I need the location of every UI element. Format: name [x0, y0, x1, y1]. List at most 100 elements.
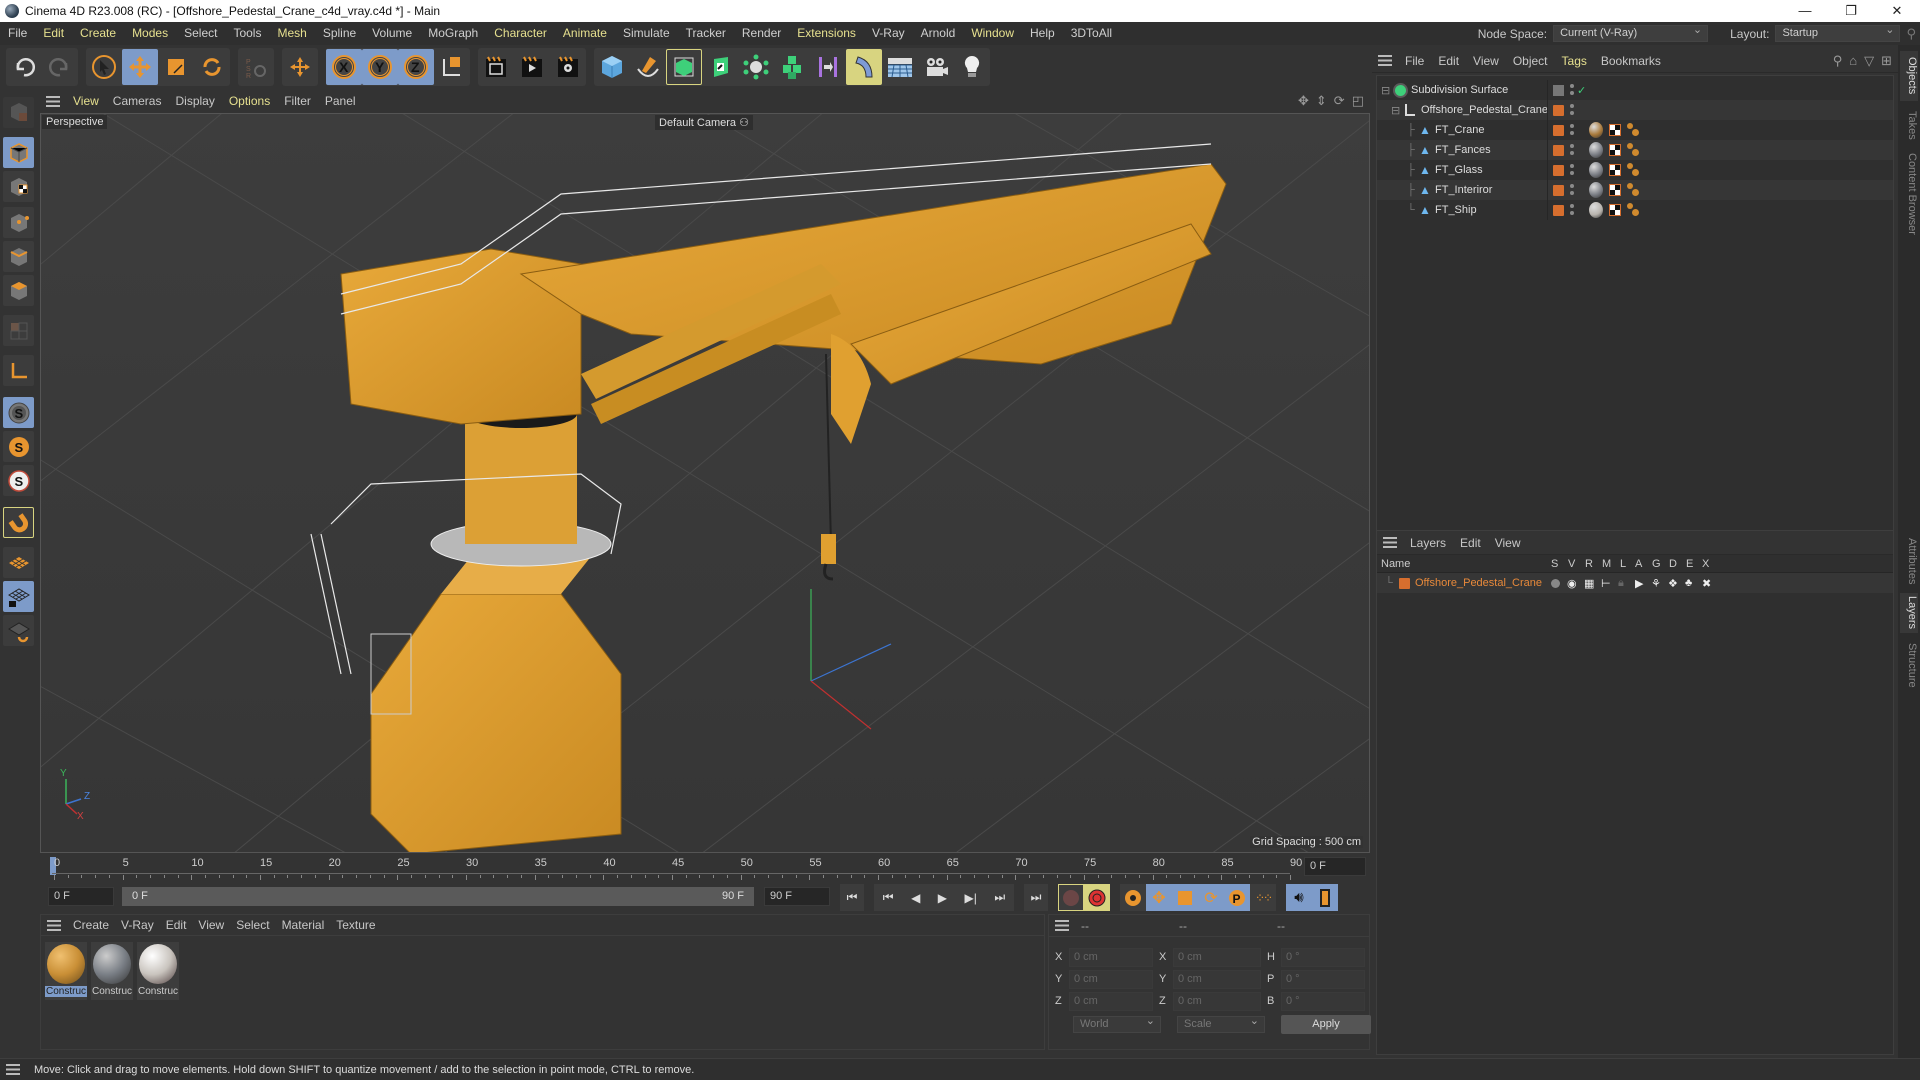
apply-button[interactable]: Apply: [1281, 1015, 1371, 1034]
collapse-icon[interactable]: ⊟: [1391, 104, 1400, 117]
objects-menu-view[interactable]: View: [1466, 54, 1506, 68]
current-frame-field[interactable]: 0 F: [1304, 857, 1366, 876]
dolly-view-icon[interactable]: ⇕: [1316, 93, 1327, 109]
tab-layers[interactable]: Layers: [1900, 593, 1918, 633]
deformer-button[interactable]: [846, 49, 882, 85]
camera-button[interactable]: [918, 49, 954, 85]
objects-menu-bookmarks[interactable]: Bookmarks: [1594, 54, 1668, 68]
visibility-dots[interactable]: [1570, 184, 1574, 196]
layer-row[interactable]: └ Offshore_Pedestal_Crane ◉ ▦ ⊢ 🔒︎ ▶ ⚘ ❖…: [1377, 573, 1893, 593]
uvw-tag-icon[interactable]: [1609, 164, 1621, 176]
uvw-tag-icon[interactable]: [1609, 144, 1621, 156]
pos-x-field[interactable]: 0 cm: [1069, 948, 1153, 967]
key-pla-button[interactable]: ⁘⁘: [1250, 884, 1276, 911]
menu-volume[interactable]: Volume: [364, 22, 420, 45]
locked-workplane-button[interactable]: [3, 581, 34, 612]
viewport-menu-display[interactable]: Display: [168, 94, 221, 108]
material-swatch[interactable]: Construc: [91, 942, 133, 1000]
manager-tree-icon[interactable]: ⊢: [1601, 577, 1611, 590]
tab-objects[interactable]: Objects: [1900, 51, 1918, 101]
objects-menu-file[interactable]: File: [1398, 54, 1431, 68]
layer-swatch[interactable]: [1553, 104, 1564, 116]
next-key-icon[interactable]: ⏭: [994, 890, 1005, 905]
go-to-end-button[interactable]: ⏭: [1024, 884, 1048, 911]
symmetry-button[interactable]: [810, 49, 846, 85]
phong-tag-icon[interactable]: [1627, 183, 1633, 189]
material-menu-vray[interactable]: V-Ray: [115, 918, 160, 932]
collapse-icon[interactable]: ⊟: [1381, 84, 1390, 97]
menu-3dtoall[interactable]: 3DToAll: [1063, 22, 1120, 45]
new-panel-icon[interactable]: ⊞: [1881, 53, 1892, 69]
objects-menu-object[interactable]: Object: [1506, 54, 1555, 68]
prev-frame-icon[interactable]: ◀: [911, 891, 920, 905]
phong-tag-icon[interactable]: [1627, 163, 1633, 169]
material-tag-icon[interactable]: [1589, 202, 1603, 218]
render-picture-viewer-button[interactable]: [514, 49, 550, 85]
render-clapper-icon[interactable]: ▦: [1584, 577, 1594, 590]
start-frame-field[interactable]: 0 F: [48, 887, 114, 906]
coordinate-system-button[interactable]: [434, 49, 470, 85]
status-hamburger-icon[interactable]: [6, 1064, 20, 1075]
redo-button[interactable]: [42, 49, 78, 85]
uvw-tag-icon[interactable]: [1609, 184, 1621, 196]
material-tag-icon[interactable]: [1589, 182, 1603, 198]
rot-h-field[interactable]: 0 °: [1281, 948, 1365, 967]
array-button[interactable]: [774, 49, 810, 85]
menu-arnold[interactable]: Arnold: [913, 22, 964, 45]
viewport-menu-cameras[interactable]: Cameras: [106, 94, 169, 108]
enabled-check-icon[interactable]: ✓: [1577, 84, 1586, 97]
magnet-button[interactable]: [3, 507, 34, 538]
rotate-tool-button[interactable]: [194, 49, 230, 85]
objects-hamburger-icon[interactable]: [1378, 55, 1392, 66]
objects-menu-tags[interactable]: Tags: [1555, 54, 1594, 68]
3d-viewport[interactable]: Y Z X Perspective Default Camera ⚇ Grid …: [40, 113, 1370, 853]
go-to-start-button[interactable]: ⏮: [840, 884, 864, 911]
toggle-layout-icon[interactable]: ◰: [1352, 93, 1364, 109]
tab-takes[interactable]: Takes: [1900, 105, 1918, 145]
tab-attributes[interactable]: Attributes: [1900, 533, 1918, 589]
layers-hamburger-icon[interactable]: [1383, 537, 1397, 548]
menu-vray[interactable]: V-Ray: [864, 22, 913, 45]
layer-color-swatch[interactable]: [1399, 577, 1410, 589]
coordinates-hamburger-icon[interactable]: [1055, 920, 1069, 931]
object-row[interactable]: ├ ▲ FT_Crane: [1377, 120, 1893, 140]
layout-select[interactable]: Startup: [1775, 23, 1901, 42]
render-settings-button[interactable]: [550, 49, 586, 85]
objects-menu-edit[interactable]: Edit: [1431, 54, 1466, 68]
viewport-menu-filter[interactable]: Filter: [277, 94, 318, 108]
pan-view-icon[interactable]: ✥: [1298, 93, 1309, 109]
layers-menu-view[interactable]: View: [1488, 536, 1528, 550]
workplane-rotate-button[interactable]: [3, 615, 34, 646]
sound-button[interactable]: 🔊︎: [1286, 884, 1312, 911]
polygons-mode-button[interactable]: [3, 275, 34, 306]
menu-select[interactable]: Select: [176, 22, 225, 45]
render-view-button[interactable]: [478, 49, 514, 85]
phong-tag-icon[interactable]: [1627, 143, 1633, 149]
deformer-icon[interactable]: ❖: [1668, 577, 1678, 590]
xref-icon[interactable]: ✖: [1702, 577, 1711, 590]
menu-edit[interactable]: Edit: [35, 22, 72, 45]
layer-swatch[interactable]: [1553, 204, 1564, 216]
size-x-field[interactable]: 0 cm: [1173, 948, 1261, 967]
rotate-view-icon[interactable]: ⟳: [1334, 93, 1345, 109]
y-axis-lock-button[interactable]: Y: [362, 49, 398, 85]
material-menu-select[interactable]: Select: [230, 918, 275, 932]
object-row[interactable]: ⊟ Subdivision Surface ✓: [1377, 80, 1893, 100]
points-mode-button[interactable]: [3, 207, 34, 238]
cloner-button[interactable]: [738, 49, 774, 85]
menu-mograph[interactable]: MoGraph: [420, 22, 486, 45]
lock-icon[interactable]: 🔒︎: [1618, 577, 1624, 590]
animation-play-icon[interactable]: ▶: [1635, 577, 1643, 590]
home-icon[interactable]: ⌂: [1849, 53, 1857, 69]
axis-mode-button[interactable]: [3, 355, 34, 386]
cube-button[interactable]: [594, 49, 630, 85]
subdivision-button[interactable]: [666, 49, 702, 85]
material-tag-icon[interactable]: [1589, 162, 1603, 178]
material-menu-view[interactable]: View: [192, 918, 230, 932]
minimize-button[interactable]: —: [1782, 0, 1828, 22]
snap-button[interactable]: S: [3, 397, 34, 428]
next-frame-icon[interactable]: ▶︎|: [965, 891, 977, 905]
phong-tag-icon[interactable]: [1627, 203, 1633, 209]
edges-mode-button[interactable]: [3, 241, 34, 272]
visibility-dots[interactable]: [1570, 164, 1574, 176]
